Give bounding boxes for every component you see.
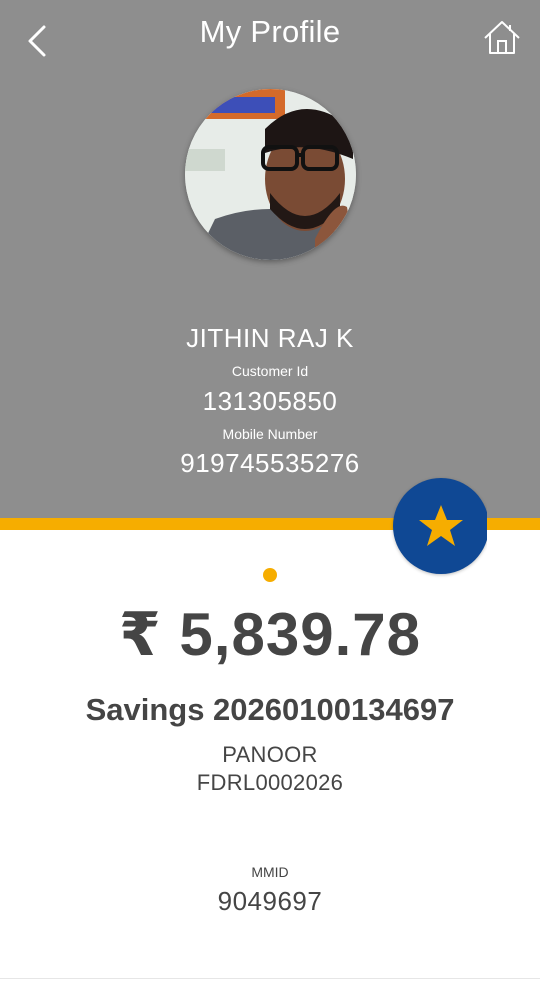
page-title: My Profile	[199, 14, 341, 49]
customer-id-value: 131305850	[202, 386, 338, 416]
customer-id-label: Customer Id	[231, 363, 309, 379]
mmid-value: 9049697	[217, 886, 323, 916]
branch-name: PANOOR	[222, 742, 318, 767]
favorite-account-button[interactable]	[393, 478, 489, 574]
mobile-number-value: 919745535276	[180, 448, 360, 478]
account-title: Savings 20260100134697	[85, 692, 455, 727]
home-button[interactable]	[482, 18, 522, 58]
bottom-divider	[0, 978, 540, 979]
customer-name: JITHIN RAJ K	[186, 323, 354, 353]
avatar[interactable]	[185, 89, 356, 260]
star-icon	[419, 505, 463, 546]
badge-edge-mask-gold	[487, 518, 497, 530]
ifsc-code: FDRL0002026	[196, 770, 344, 795]
profile-header: My Profile JITHIN RAJ K Customer Id 1313…	[0, 0, 540, 518]
mobile-number-label: Mobile Number	[222, 426, 318, 442]
badge-edge-mask-top	[487, 470, 497, 518]
home-icon	[484, 21, 520, 54]
account-balance: ₹ 5,839.78	[119, 601, 421, 668]
page-indicator-dot[interactable]	[263, 568, 277, 582]
mmid-label: MMID	[251, 864, 289, 880]
